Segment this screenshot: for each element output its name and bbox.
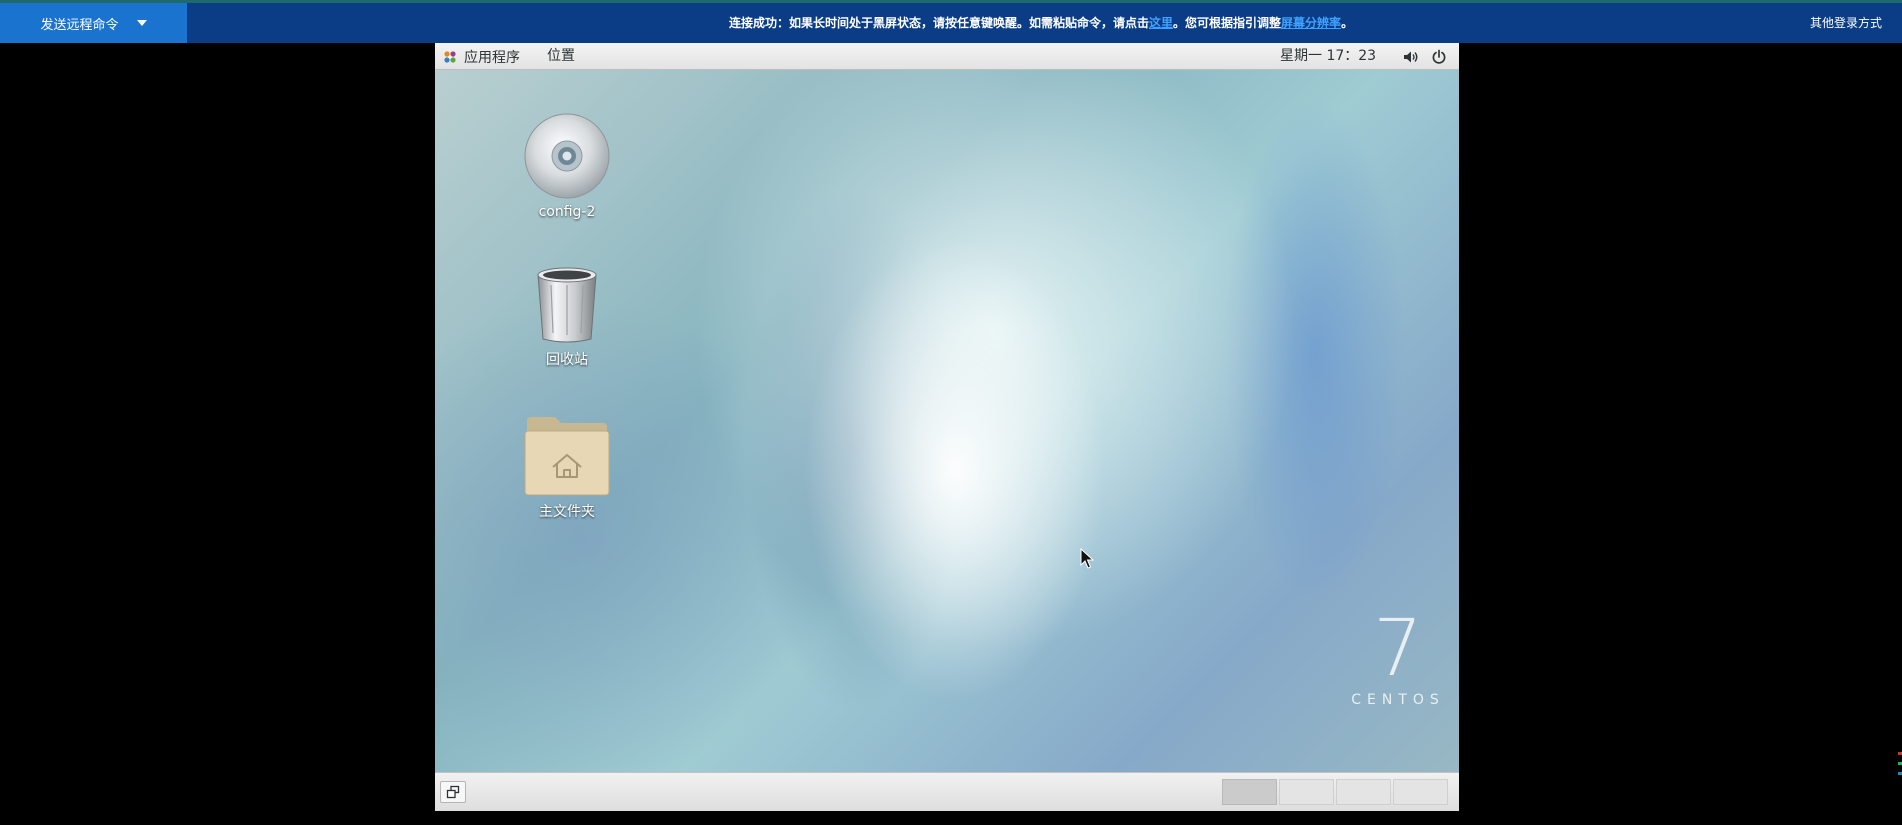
send-remote-command-label: 发送远程命令 (40, 17, 119, 33)
workspace-3[interactable] (1336, 779, 1391, 805)
desktop-icon-home-folder[interactable]: 主文件夹 (507, 413, 627, 521)
applications-menu[interactable]: 应用程序 (443, 43, 520, 70)
edge-indicator (1898, 752, 1902, 775)
remote-desktop-screen[interactable]: 应用程序 位置 星期一 17：23 config-2 回收站 主文件夹 7 CE… (435, 43, 1459, 811)
centos-wordmark: CENTOS (1351, 692, 1445, 708)
desktop-background[interactable]: config-2 回收站 主文件夹 7 CENTOS (435, 70, 1459, 772)
chevron-down-icon (136, 20, 147, 26)
centos-version-number: 7 (1373, 604, 1423, 694)
connection-notice: 连接成功：如果长时间处于黑屏状态，请按任意键唤醒。如需粘贴命令，请点击这里。您可… (729, 3, 1353, 43)
centos-logo: 7 CENTOS (1343, 610, 1453, 708)
volume-icon[interactable] (1403, 49, 1419, 65)
paste-command-link[interactable]: 这里 (1149, 16, 1173, 30)
desktop-icon-label: 主文件夹 (539, 504, 595, 520)
desktop-icon-trash[interactable]: 回收站 (507, 263, 627, 369)
home-folder-icon (524, 417, 610, 496)
workspace-1[interactable] (1222, 779, 1277, 805)
window-restore-icon (446, 785, 460, 799)
disc-icon (524, 113, 610, 199)
trash-icon (537, 267, 597, 343)
notice-text-suffix: 。 (1341, 16, 1354, 30)
show-desktop-button[interactable] (440, 781, 466, 803)
bottom-panel (435, 772, 1459, 811)
desktop-icon-config-2[interactable]: config-2 (507, 112, 627, 220)
workspace-2[interactable] (1279, 779, 1334, 805)
applications-menu-label: 应用程序 (464, 49, 520, 66)
power-icon[interactable] (1431, 49, 1447, 65)
other-login-methods-link[interactable]: 其他登录方式 (1810, 3, 1882, 43)
notice-text-middle: 。您可根据指引调整 (1173, 16, 1282, 30)
desktop-icon-label: 回收站 (546, 352, 588, 368)
notice-text-prefix: 连接成功：如果长时间处于黑屏状态，请按任意键唤醒。如需粘贴命令，请点击 (729, 16, 1150, 30)
gnome-foot-icon (444, 50, 456, 63)
mouse-cursor-icon (1080, 548, 1094, 569)
clock[interactable]: 星期一 17：23 (1280, 43, 1376, 70)
remote-console-toolbar: 发送远程命令 连接成功：如果长时间处于黑屏状态，请按任意键唤醒。如需粘贴命令，请… (0, 0, 1902, 43)
top-panel: 应用程序 位置 星期一 17：23 (435, 43, 1459, 70)
workspace-4[interactable] (1393, 779, 1448, 805)
screen-resolution-link[interactable]: 屏幕分辨率 (1281, 16, 1341, 30)
desktop-icon-label: config-2 (538, 204, 596, 220)
places-menu[interactable]: 位置 (547, 43, 575, 70)
send-remote-command-button[interactable]: 发送远程命令 (0, 3, 187, 43)
